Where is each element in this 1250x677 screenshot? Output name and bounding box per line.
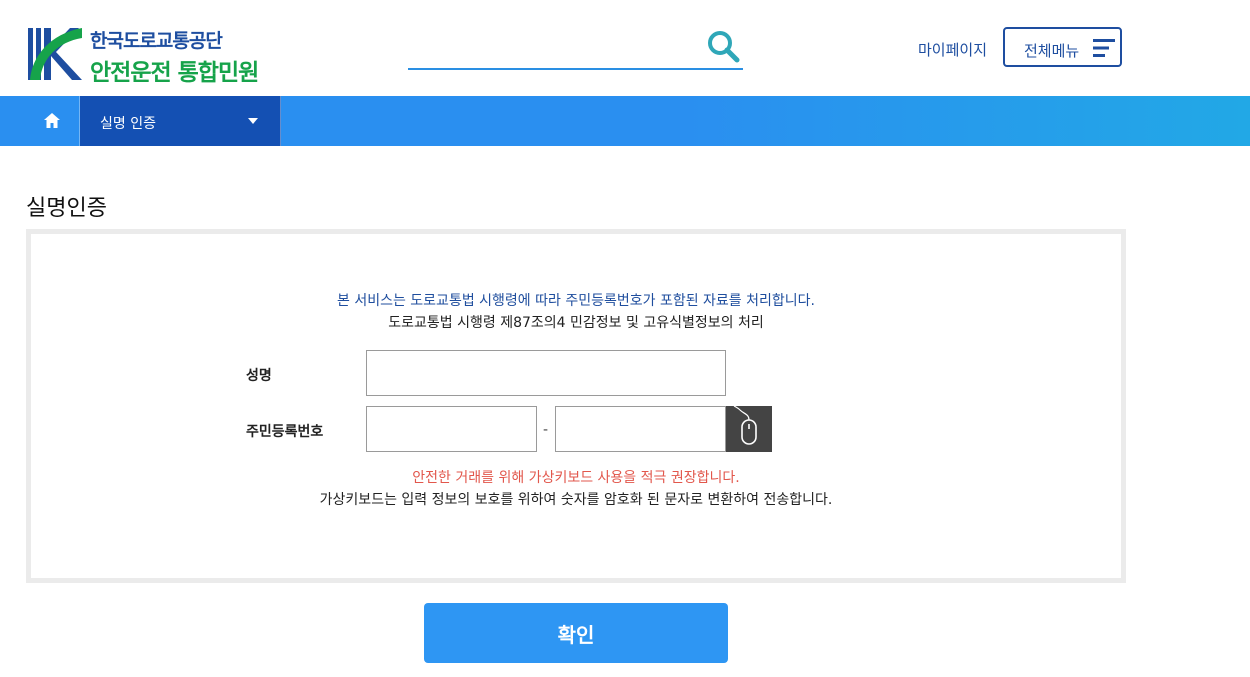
mouse-icon — [733, 405, 757, 445]
logo-org-name: 한국도로교통공단 — [90, 30, 223, 52]
all-menu-label: 전체메뉴 — [1024, 42, 1080, 60]
caret-down-icon — [248, 118, 258, 124]
mypage-link[interactable]: 마이페이지 — [918, 39, 987, 60]
logo-service-name: 안전운전 통합민원 — [90, 60, 259, 86]
virtual-keyboard-button[interactable] — [726, 405, 772, 452]
rrn-separator: - — [543, 422, 549, 438]
real-name-auth-form: 본 서비스는 도로교통법 시행령에 따라 주민등록번호가 포함된 자료를 처리합… — [26, 229, 1126, 583]
location-navbar: 실명 인증 — [0, 96, 1250, 146]
all-menu-button[interactable]: 전체메뉴 — [1003, 27, 1122, 67]
hamburger-menu-icon — [1093, 39, 1115, 57]
name-input[interactable] — [366, 350, 726, 396]
search-bar — [408, 26, 743, 70]
virtual-keyboard-info: 가상키보드는 입력 정보의 보호를 위하여 숫자를 암호화 된 문자로 변환하여… — [319, 492, 833, 508]
confirm-button[interactable]: 확인 — [424, 603, 728, 663]
home-icon — [44, 113, 60, 128]
nav-current-menu-label: 실명 인증 — [100, 116, 156, 132]
search-input[interactable] — [408, 26, 702, 68]
search-icon[interactable] — [705, 28, 741, 64]
site-header: 한국도로교통공단 안전운전 통합민원 마이페이지 전체메뉴 — [0, 0, 1250, 96]
privacy-notice: 본 서비스는 도로교통법 시행령에 따라 주민등록번호가 포함된 자료를 처리합… — [337, 293, 815, 309]
virtual-keyboard-recommendation: 안전한 거래를 위해 가상키보드 사용을 적극 권장합니다. — [412, 470, 740, 486]
koroad-logo-icon — [28, 28, 82, 80]
rrn-back-input[interactable] — [555, 406, 726, 452]
nav-current-menu-dropdown[interactable]: 실명 인증 — [80, 96, 281, 146]
name-label: 성명 — [246, 368, 272, 384]
rrn-front-input[interactable] — [366, 406, 537, 452]
legal-basis-notice: 도로교통법 시행령 제87조의4 민감정보 및 고유식별정보의 처리 — [388, 315, 764, 331]
page-title: 실명인증 — [26, 196, 107, 221]
site-logo[interactable]: 한국도로교통공단 안전운전 통합민원 — [26, 26, 276, 86]
nav-home-button[interactable] — [26, 96, 80, 146]
rrn-label: 주민등록번호 — [246, 424, 324, 440]
